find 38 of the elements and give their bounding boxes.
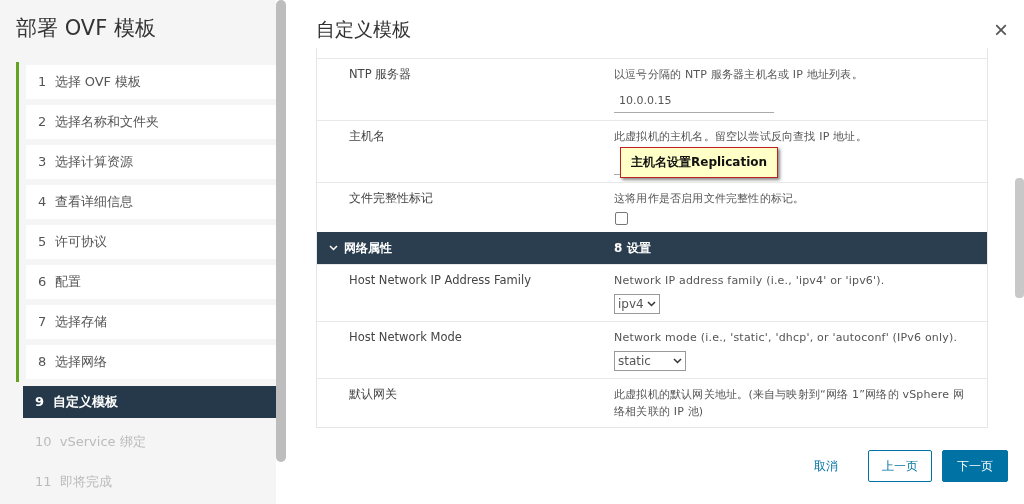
wizard-title: 部署 OVF 模板: [16, 15, 157, 42]
dropdown[interactable]: static: [614, 351, 686, 371]
property-description: 以逗号分隔的 NTP 服务器主机名或 IP 地址列表。: [614, 67, 864, 83]
property-label: 文件完整性标记: [349, 190, 434, 207]
scrollbar[interactable]: [1015, 178, 1024, 298]
wizard-step[interactable]: 7 选择存储: [26, 305, 276, 339]
page-title: 自定义模板: [316, 17, 411, 42]
group-label[interactable]: 网络属性: [344, 239, 392, 257]
property-description: Network mode (i.e., 'static', 'dhcp', or 'autoconf' (IPv6 only).: [614, 330, 959, 346]
wizard-step[interactable]: 9 自定义模板: [23, 386, 276, 418]
cancel-link[interactable]: 取消: [808, 456, 844, 476]
text-field[interactable]: 10.0.0.15: [614, 88, 774, 113]
wizard-step[interactable]: 4 查看详细信息: [26, 185, 276, 219]
caret-icon: [673, 358, 682, 364]
caret-icon: [646, 301, 656, 307]
property-description: 此虚拟机的主机名。留空以尝试反向查找 IP 地址。: [614, 129, 868, 145]
property-description: 这将用作是否启用文件完整性的标记。: [614, 191, 806, 207]
property-description: 此虚拟机的默认网关地址。(来自与映射到“网络 1”网络的 vSphere 网络相关联的 IP 池): [614, 387, 966, 420]
property-label: NTP 服务器: [349, 66, 413, 83]
wizard-step[interactable]: 8 选择网络: [26, 345, 276, 379]
back-button[interactable]: 上一页: [868, 450, 932, 482]
property-label: Host Network Mode: [349, 329, 463, 346]
scrollbar[interactable]: [276, 0, 286, 462]
wizard-step[interactable]: 6 配置: [26, 265, 276, 299]
next-button[interactable]: 下一页: [942, 450, 1008, 482]
wizard-step[interactable]: 5 许可协议: [26, 225, 276, 259]
checkbox[interactable]: [615, 212, 628, 225]
close-button[interactable]: ×: [994, 18, 1008, 42]
wizard-step[interactable]: 3 选择计算资源: [26, 145, 276, 179]
property-description: Network IP address family (i.e., 'ipv4' or 'ipv6').: [614, 273, 886, 289]
property-label: 默认网关: [349, 386, 398, 403]
property-label: Host Network IP Address Family: [349, 272, 532, 289]
wizard-step[interactable]: 2 选择名称和文件夹: [26, 105, 276, 139]
annotation-tooltip: 主机名设置Replication: [620, 147, 779, 178]
dropdown[interactable]: ipv4: [614, 294, 660, 314]
wizard-step[interactable]: 1 选择 OVF 模板: [26, 65, 276, 99]
property-label: 主机名: [349, 128, 386, 145]
setting-count: 8 设置: [614, 239, 651, 257]
